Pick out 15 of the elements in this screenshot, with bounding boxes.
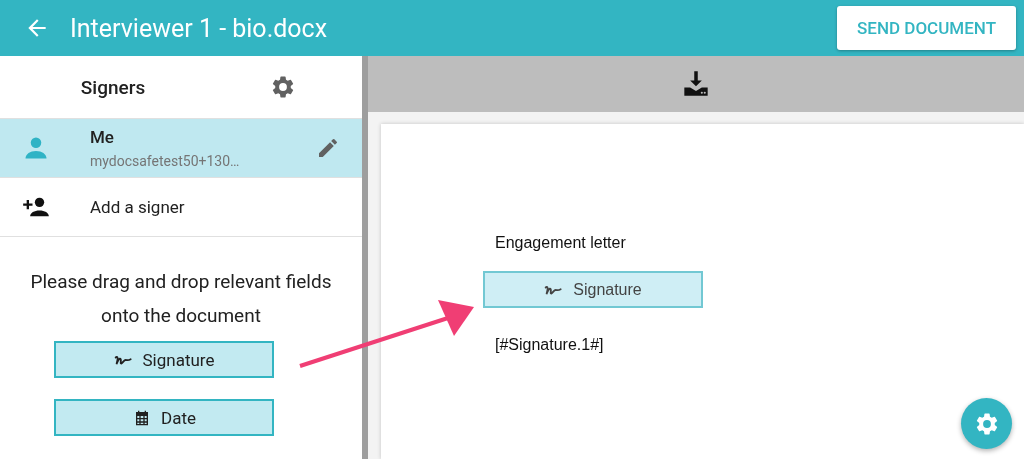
- date-field-button[interactable]: Date: [54, 399, 274, 436]
- document-text: Engagement letter: [495, 234, 626, 252]
- instruction-text: Please drag and drop relevant fields onto the document: [29, 269, 333, 329]
- edit-icon[interactable]: [316, 136, 340, 160]
- add-signer-item[interactable]: Add a signer: [0, 178, 362, 237]
- signer-email: mydocsafetest50+130…: [90, 153, 241, 169]
- signature-field-button[interactable]: Signature: [54, 341, 274, 378]
- document-text: [#Signature.1#]: [495, 336, 604, 354]
- document-title: Interviewer 1 - bio.docx: [70, 13, 329, 43]
- panel-title: Signers: [79, 75, 147, 99]
- signer-name: Me: [90, 127, 115, 147]
- signer-item[interactable]: Me mydocsafetest50+130…: [0, 119, 362, 178]
- add-signer-label: Add a signer: [90, 197, 186, 217]
- placed-signature-field[interactable]: Signature: [483, 271, 703, 308]
- download-icon[interactable]: [682, 70, 710, 98]
